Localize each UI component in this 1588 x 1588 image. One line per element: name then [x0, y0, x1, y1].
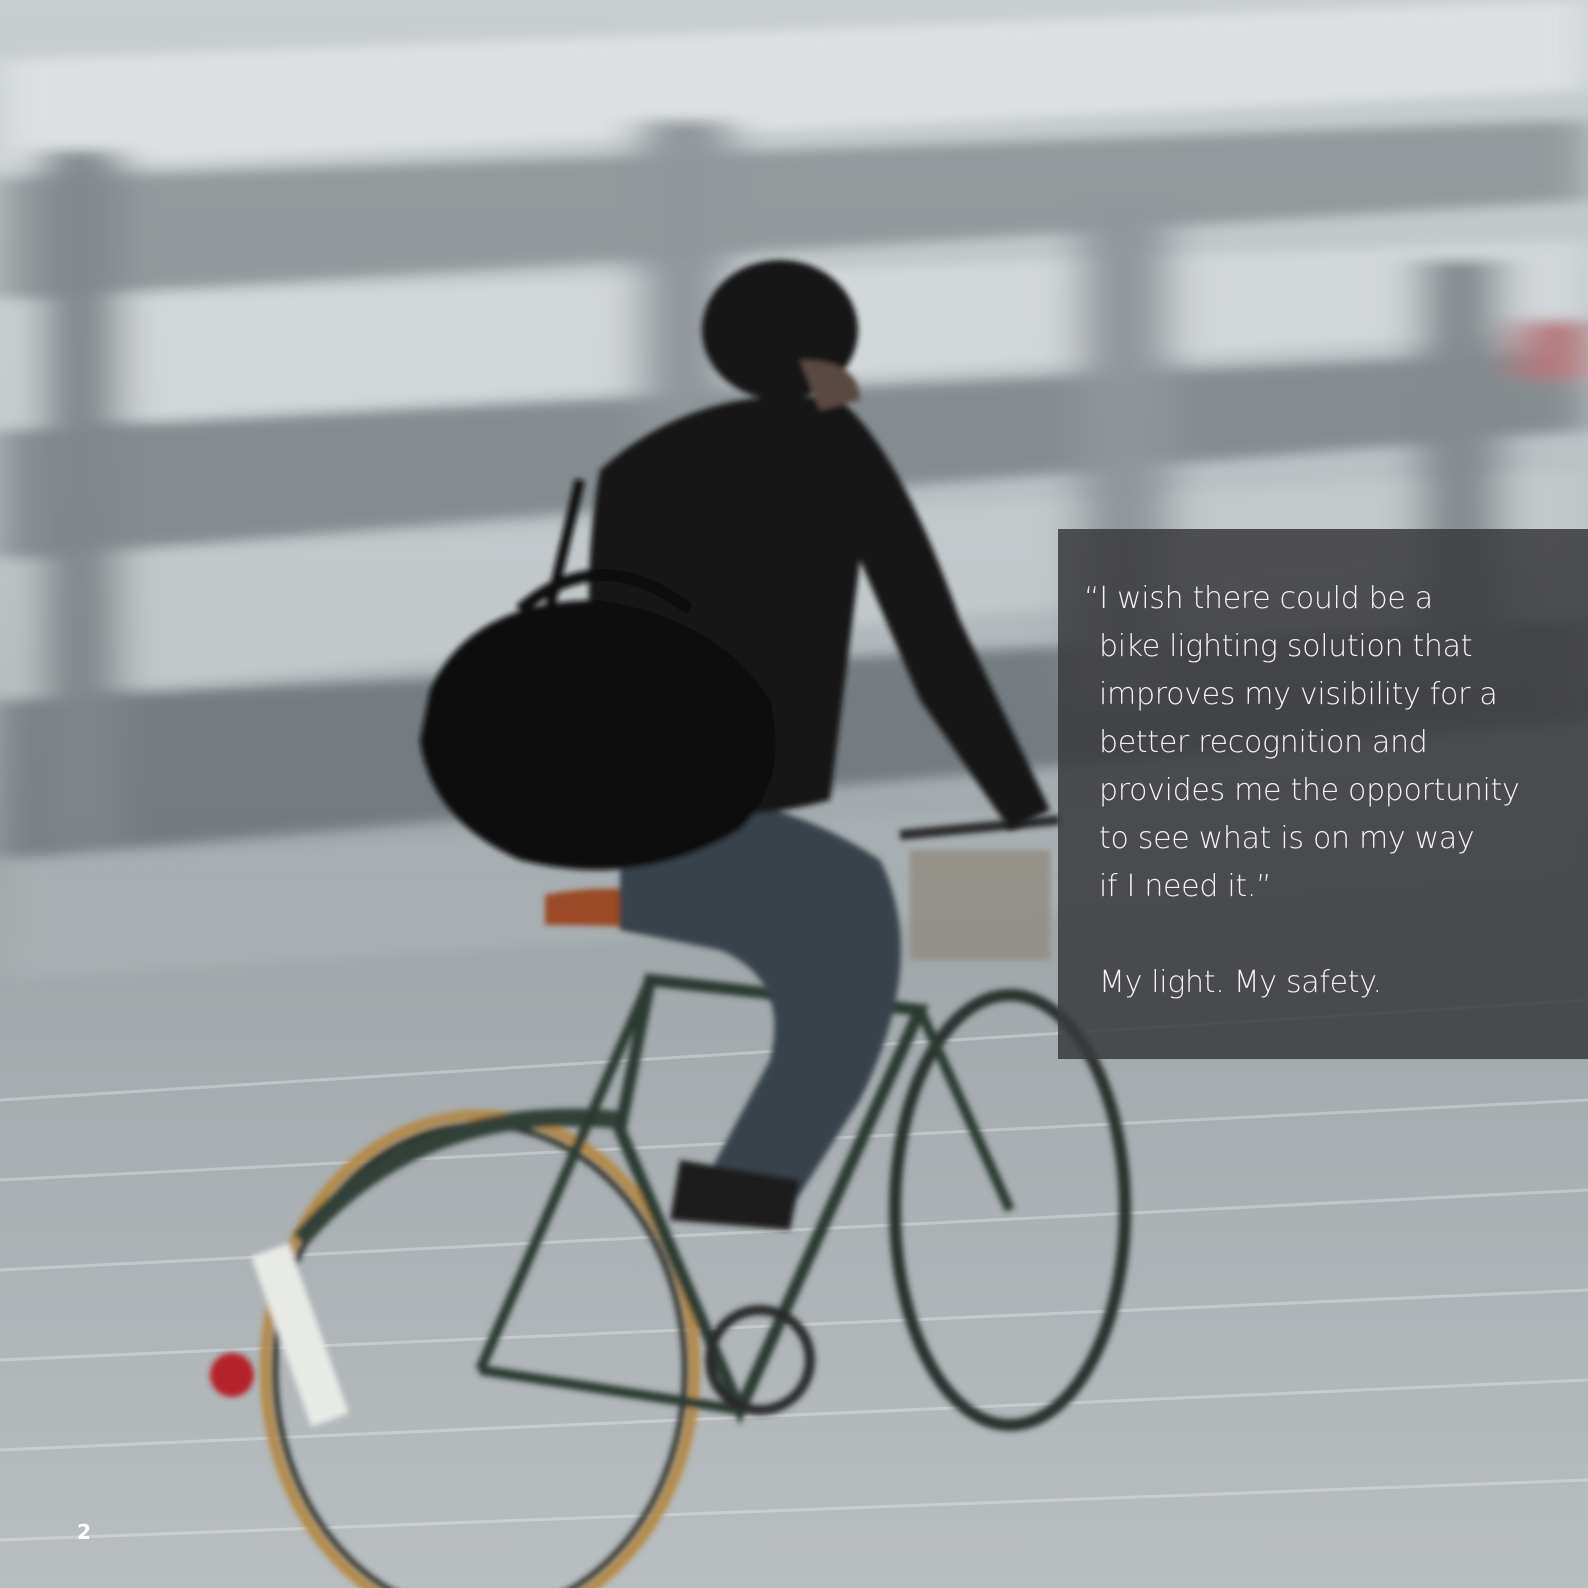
quote-line: bike lighting solution that: [1099, 629, 1473, 664]
quote-panel: “I wish there could be a bike lighting s…: [1058, 529, 1588, 1059]
quote-line: if I need it.”: [1099, 869, 1272, 904]
tagline: My light. My safety.: [1099, 965, 1382, 1000]
quote-line: better recognition and: [1099, 725, 1428, 760]
brochure-page: “I wish there could be a bike lighting s…: [0, 0, 1588, 1588]
quote-line: improves my visibility for a: [1099, 677, 1498, 712]
quote-line: “I wish there could be a: [1084, 581, 1433, 616]
quote-line: provides me the opportunity: [1099, 773, 1520, 808]
page-number: 2: [77, 1520, 91, 1544]
customer-quote: “I wish there could be a bike lighting s…: [1084, 575, 1548, 911]
quote-line: to see what is on my way: [1099, 821, 1475, 856]
